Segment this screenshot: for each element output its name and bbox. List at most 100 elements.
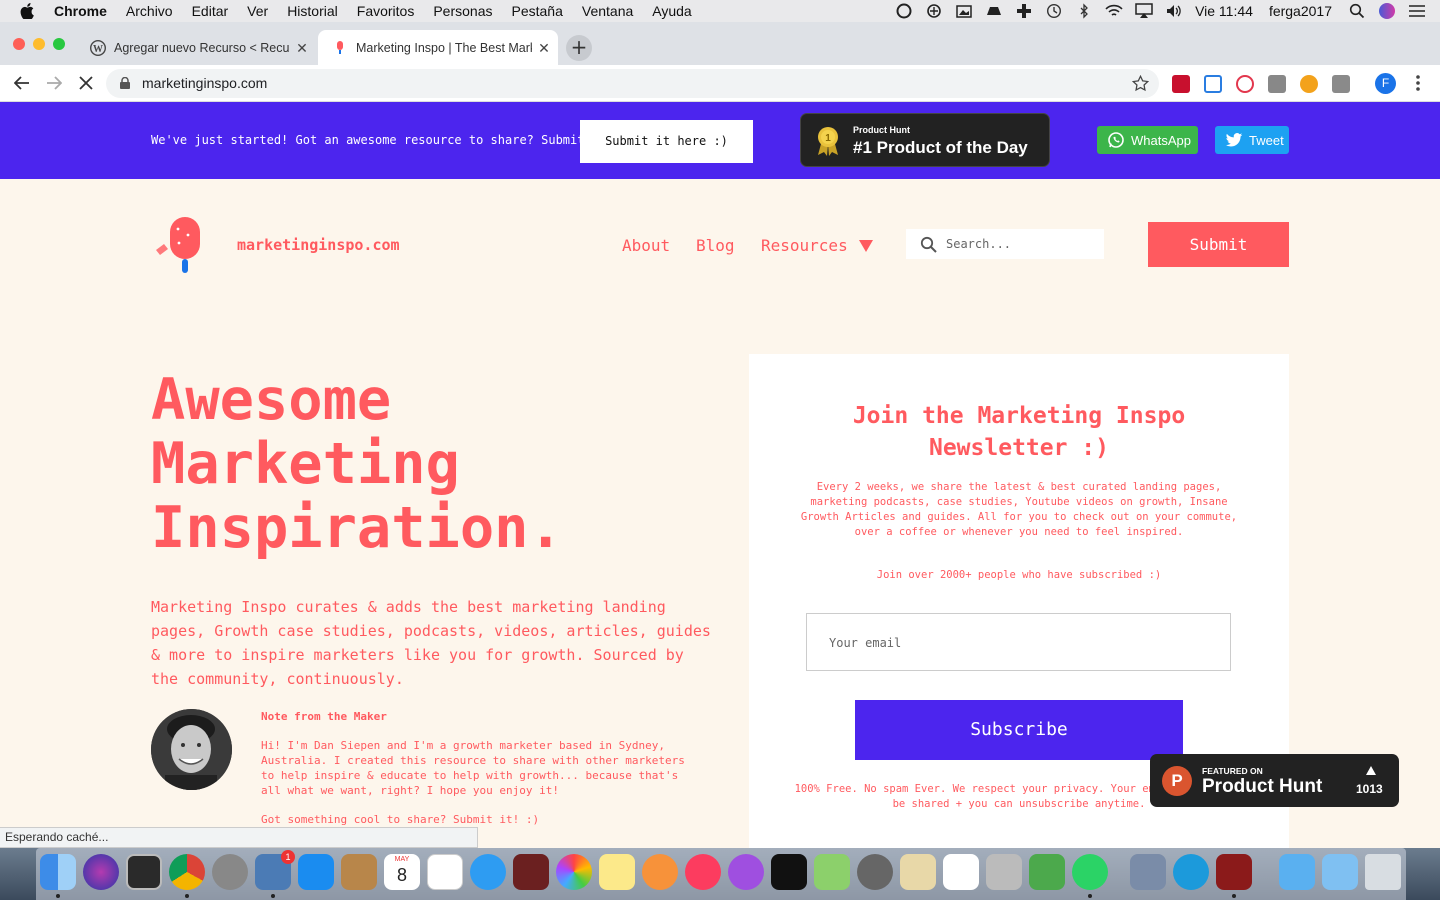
profile-avatar[interactable]: F (1375, 73, 1396, 94)
lock-icon[interactable] (120, 77, 130, 89)
running-indicator (1088, 894, 1092, 898)
preview-icon[interactable] (1130, 854, 1166, 890)
close-tab-icon[interactable]: ✕ (294, 40, 310, 56)
app-store-icon[interactable] (298, 854, 334, 890)
chrome-menu-icon[interactable] (1414, 74, 1422, 92)
notification-center-icon[interactable] (1408, 3, 1426, 19)
whatsapp-dock-icon[interactable] (1072, 854, 1108, 890)
siri-icon[interactable] (1378, 3, 1396, 19)
volume-icon[interactable] (1165, 3, 1183, 19)
menu-clock[interactable]: Vie 11:44 (1195, 3, 1253, 19)
header-submit-button[interactable]: Submit (1148, 222, 1289, 267)
apple-icon[interactable] (20, 3, 34, 19)
email-input[interactable] (829, 633, 1209, 653)
address-bar[interactable]: marketinginspo.com (106, 69, 1159, 98)
menu-historial[interactable]: Historial (287, 3, 338, 19)
new-tab-button[interactable]: + (566, 35, 592, 61)
notification-badge: 1 (281, 850, 295, 864)
drive-icon[interactable] (985, 3, 1003, 19)
extension-screen-icon[interactable] (1204, 75, 1222, 93)
maximize-window-button[interactable] (53, 38, 65, 50)
menu-pestana[interactable]: Pestaña (512, 3, 563, 19)
nav-about[interactable]: About (622, 236, 670, 255)
tab-wordpress[interactable]: W Agregar nuevo Recurso < Recursos ✕ (76, 30, 316, 65)
chrome-dock-icon[interactable] (169, 854, 205, 890)
numbers-chart-icon[interactable] (943, 854, 979, 890)
time-machine-icon[interactable] (1045, 3, 1063, 19)
announcement-banner: We've just started! Got an awesome resou… (0, 102, 1440, 179)
search-input[interactable] (946, 235, 1096, 253)
messages-icon[interactable] (470, 854, 506, 890)
apple-tv-icon[interactable] (771, 854, 807, 890)
stop-loading-icon[interactable] (76, 73, 96, 93)
menu-ayuda[interactable]: Ayuda (652, 3, 691, 19)
photos-icon[interactable] (556, 854, 592, 890)
product-hunt-logo-icon: P (1162, 766, 1192, 796)
menu-archivo[interactable]: Archivo (126, 3, 173, 19)
trash-icon[interactable] (1365, 854, 1401, 890)
bookmark-star-icon[interactable] (1132, 75, 1149, 92)
spreadsheet-icon[interactable] (1029, 854, 1065, 890)
close-tab-icon[interactable]: ✕ (536, 40, 552, 56)
screen-share-icon[interactable] (1173, 854, 1209, 890)
extension-lastpass-icon[interactable] (1172, 75, 1190, 93)
menu-ver[interactable]: Ver (247, 3, 268, 19)
extension-off-icon[interactable] (1332, 75, 1350, 93)
finder-icon[interactable] (40, 854, 76, 890)
launchpad-icon[interactable] (212, 854, 248, 890)
music-icon[interactable] (685, 854, 721, 890)
airplay-icon[interactable] (1135, 3, 1153, 19)
mail-stamp-icon[interactable]: 1 (255, 850, 295, 890)
folder-icon[interactable] (1279, 854, 1315, 890)
extension-flower-icon[interactable] (1300, 75, 1318, 93)
extension-books-icon[interactable] (1268, 75, 1286, 93)
spotlight-search-icon[interactable] (1348, 3, 1366, 19)
nav-resources[interactable]: Resources (761, 236, 874, 255)
url-text[interactable]: marketinginspo.com (142, 75, 267, 91)
nav-blog[interactable]: Blog (696, 236, 735, 255)
submit-resource-button[interactable]: Submit it here :) (580, 120, 753, 163)
contacts-icon[interactable] (341, 854, 377, 890)
acrobat-icon[interactable] (1216, 854, 1252, 890)
site-name-link[interactable]: marketinginspo.com (237, 236, 400, 254)
email-field[interactable] (806, 613, 1231, 671)
site-search[interactable] (906, 229, 1104, 259)
notes-icon[interactable] (599, 854, 635, 890)
activity-monitor-icon[interactable] (126, 854, 162, 890)
wifi-icon[interactable] (1105, 3, 1123, 19)
tweet-button[interactable]: Tweet (1215, 126, 1289, 154)
tab-marketing-inspo[interactable]: Marketing Inspo | The Best Marketing ✕ (318, 30, 558, 65)
reminders-icon[interactable] (427, 854, 463, 890)
photo-booth-icon[interactable] (513, 854, 549, 890)
sync-icon[interactable] (925, 3, 943, 19)
menu-ventana[interactable]: Ventana (582, 3, 633, 19)
whatsapp-share-button[interactable]: WhatsApp (1097, 126, 1198, 154)
podcasts-icon[interactable] (728, 854, 764, 890)
extension-target-icon[interactable] (1236, 75, 1254, 93)
menu-personas[interactable]: Personas (433, 3, 492, 19)
minimize-window-button[interactable] (33, 38, 45, 50)
popsicle-logo-icon[interactable] (154, 215, 204, 275)
system-preferences-icon[interactable] (857, 854, 893, 890)
menu-user[interactable]: ferga2017 (1269, 3, 1332, 19)
menu-app-name[interactable]: Chrome (54, 3, 107, 19)
applications-folder-icon[interactable] (1322, 854, 1358, 890)
featured-on-product-hunt-badge[interactable]: P FEATURED ON Product Hunt 1013 (1150, 754, 1399, 807)
subscribe-button[interactable]: Subscribe (855, 700, 1183, 760)
calendar-icon[interactable]: MAY 8 (384, 854, 420, 890)
books-icon[interactable] (642, 854, 678, 890)
plus-cross-icon[interactable] (1015, 3, 1033, 19)
close-window-button[interactable] (13, 38, 25, 50)
status-app-icon[interactable] (895, 3, 913, 19)
bluetooth-icon[interactable] (1075, 3, 1093, 19)
back-arrow-icon[interactable] (12, 73, 32, 93)
forward-arrow-icon[interactable] (44, 73, 64, 93)
siri-dock-icon[interactable] (83, 854, 119, 890)
calculator-icon[interactable] (986, 854, 1022, 890)
pages-icon[interactable] (900, 854, 936, 890)
product-hunt-badge[interactable]: 1 Product Hunt #1 Product of the Day (800, 113, 1050, 167)
menu-editar[interactable]: Editar (192, 3, 229, 19)
menu-favoritos[interactable]: Favoritos (357, 3, 415, 19)
photo-tool-icon[interactable] (955, 3, 973, 19)
maps-icon[interactable] (814, 854, 850, 890)
